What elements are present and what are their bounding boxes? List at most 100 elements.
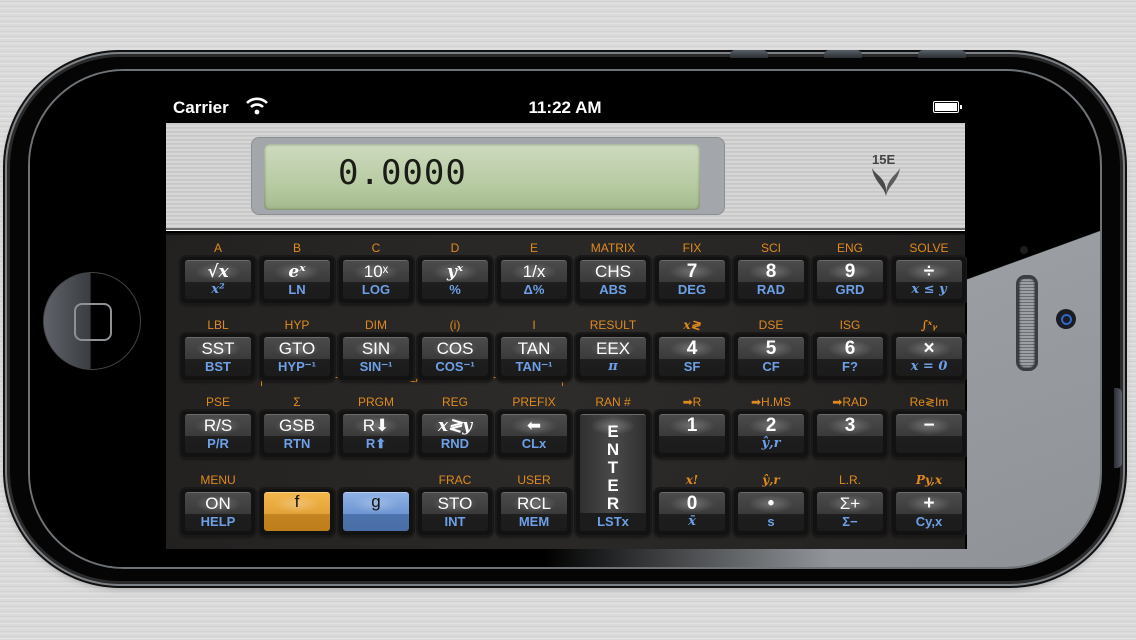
home-square-icon: [74, 303, 112, 341]
key-button[interactable]: R⬇ R⬆: [339, 411, 413, 457]
lcd-display[interactable]: 0.0000: [264, 144, 700, 210]
key-button[interactable]: + Cy,x: [892, 489, 966, 535]
key-label: 8: [765, 261, 777, 282]
front-camera: [1056, 309, 1076, 329]
key-face: + Cy,x: [896, 492, 962, 531]
key-label: eˣ: [288, 262, 306, 282]
key-button[interactable]: −: [892, 411, 966, 457]
key-label: TAN: [517, 339, 551, 358]
key-face: 9 GRD: [817, 260, 883, 299]
g-shift-label: x = 0: [910, 359, 948, 374]
key-label: 10ˣ: [363, 262, 389, 281]
key-face: 5 CF: [738, 337, 804, 376]
key-button[interactable]: EEX π: [576, 334, 650, 380]
calculator-header: 0.0000 15E: [166, 123, 965, 231]
mute-switch[interactable]: [918, 50, 966, 58]
key-label: GTO: [278, 339, 316, 358]
g-shift-label: RND: [440, 436, 470, 451]
key-button[interactable]: 2 ŷ,r: [734, 411, 808, 457]
key-label: SST: [201, 339, 235, 358]
g-shift-label: Δ%: [523, 282, 545, 297]
key-button[interactable]: Σ+ Σ−: [813, 489, 887, 535]
key-button[interactable]: CHS ABS: [576, 257, 650, 303]
key-face: ON HELP: [185, 492, 251, 531]
key-button[interactable]: 1/x Δ%: [497, 257, 571, 303]
key-face: yˣ%: [422, 260, 488, 299]
f-shift-label: USER: [517, 473, 551, 487]
volume-down-button[interactable]: [824, 50, 862, 58]
key-face: 10ˣ LOG: [343, 260, 409, 299]
key-button[interactable]: 10ˣ LOG: [339, 257, 413, 303]
key-button[interactable]: 1: [655, 411, 729, 457]
key-button[interactable]: • s: [734, 489, 808, 535]
f-shift-label: ∫ˣᵧ: [920, 318, 938, 332]
g-shift-label: x̄: [688, 514, 696, 529]
key-button[interactable]: 4 SF: [655, 334, 729, 380]
key-button[interactable]: 7 DEG: [655, 257, 729, 303]
key-button[interactable]: yˣ%: [418, 257, 492, 303]
key-button[interactable]: R/S P/R: [181, 411, 255, 457]
key-button[interactable]: 8 RAD: [734, 257, 808, 303]
key-label: RCL: [516, 494, 551, 513]
key-face: R/S P/R: [185, 414, 251, 453]
camera-lens-icon: [1061, 314, 1072, 325]
key-label: f: [294, 492, 300, 511]
key-label: GSB: [279, 416, 315, 435]
key-f-shift[interactable]: f: [260, 489, 334, 535]
key-button[interactable]: STO INT: [418, 489, 492, 535]
key-button[interactable]: ON HELP: [181, 489, 255, 535]
g-shift-label: TAN⁻¹: [515, 359, 553, 374]
leaf-shape: [872, 168, 900, 196]
key-face: 2 ŷ,r: [738, 414, 804, 453]
battery-icon: [933, 101, 962, 113]
key-button[interactable]: SIN SIN⁻¹: [339, 334, 413, 380]
f-shift-label: Re≷Im: [909, 395, 949, 409]
g-shift-label: R⬆: [365, 436, 387, 451]
key-button[interactable]: 3: [813, 411, 887, 457]
key-button[interactable]: x≷y RND: [418, 411, 492, 457]
key-button[interactable]: GSB RTN: [260, 411, 334, 457]
key-button[interactable]: TAN TAN⁻¹: [497, 334, 571, 380]
key-button[interactable]: COS COS⁻¹: [418, 334, 492, 380]
key-face: 4 SF: [659, 337, 725, 376]
power-button[interactable]: [1114, 388, 1122, 468]
key-button[interactable]: eˣ LN: [260, 257, 334, 303]
key-button[interactable]: ÷ x ≤ y: [892, 257, 966, 303]
key-face: 1: [659, 414, 725, 453]
key-button[interactable]: SST BST: [181, 334, 255, 380]
g-shift-label: x²: [211, 282, 225, 297]
g-shift-label: HELP: [200, 514, 236, 529]
key-button[interactable]: 9 GRD: [813, 257, 887, 303]
key-button[interactable]: 6 F?: [813, 334, 887, 380]
key-face: 0 x̄: [659, 492, 725, 531]
key-label: 7: [686, 261, 698, 282]
key-label: Σ+: [839, 494, 861, 513]
g-shift-label: ŷ,r: [761, 436, 781, 451]
key-label: R⬇: [362, 416, 390, 435]
key-button[interactable]: ⬅ CLx: [497, 411, 571, 457]
volume-up-button[interactable]: [730, 50, 768, 58]
key-button[interactable]: √x x²: [181, 257, 255, 303]
g-shift-label: π: [608, 359, 618, 374]
key-button[interactable]: GTO HYP⁻¹: [260, 334, 334, 380]
key-label: ON: [205, 494, 231, 513]
home-button[interactable]: [43, 272, 141, 370]
key-g-shift[interactable]: g: [339, 489, 413, 535]
key-button[interactable]: RCL MEM: [497, 489, 571, 535]
key-enter[interactable]: E N T E R LSTx: [576, 411, 650, 535]
key-face: E N T E R LSTx: [580, 414, 646, 531]
key-face: ⬅ CLx: [501, 414, 567, 453]
f-shift-label: Py,x: [915, 473, 943, 487]
g-shift-label: Cy,x: [915, 514, 943, 529]
key-face: 6 F?: [817, 337, 883, 376]
key-button[interactable]: × x = 0: [892, 334, 966, 380]
key-face: 7 DEG: [659, 260, 725, 299]
app-screen: Carrier 11:22 AM 0.0000 15E CLEAR A√xx²B…: [163, 91, 967, 549]
key-button[interactable]: 5 CF: [734, 334, 808, 380]
key-face: −: [896, 414, 962, 453]
key-label: 3: [844, 415, 856, 436]
key-button[interactable]: 0 x̄: [655, 489, 729, 535]
key-label: 1/x: [522, 262, 546, 281]
key-face: Σ+ Σ−: [817, 492, 883, 531]
key-face: × x = 0: [896, 337, 962, 376]
